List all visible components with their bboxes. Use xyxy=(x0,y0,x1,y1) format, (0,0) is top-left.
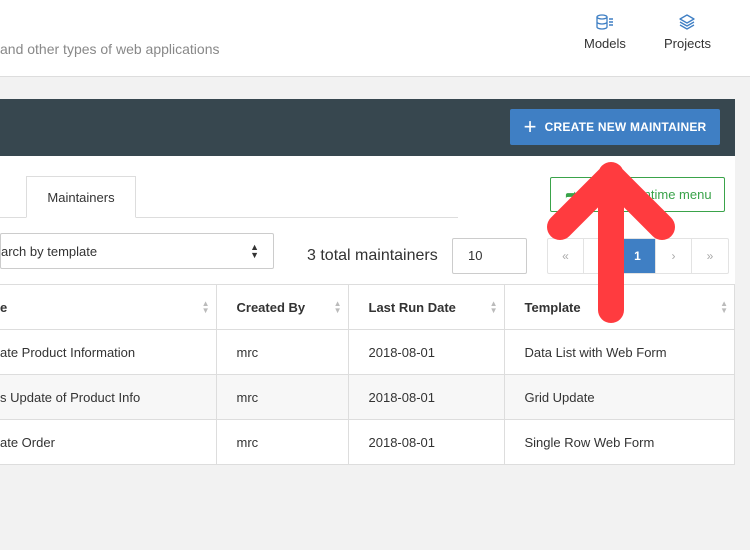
share-arrow-icon: ➦ xyxy=(565,186,579,204)
sort-icon: ▲ ▼ xyxy=(333,299,342,315)
column-header-name[interactable]: e ▲ ▼ xyxy=(0,284,217,330)
page-size-input[interactable]: 10 xyxy=(452,238,527,274)
create-new-maintainer-button[interactable]: + CREATE NEW MAINTAINER xyxy=(510,109,720,145)
template-search-select[interactable]: arch by template ▲ ▼ xyxy=(0,233,274,269)
sort-icon: ▲ ▼ xyxy=(720,299,728,315)
page-1-button[interactable]: 1 xyxy=(620,239,656,273)
sort-icon: ▲ ▼ xyxy=(489,299,498,315)
prev-page-button[interactable]: ‹ xyxy=(584,239,620,273)
database-icon xyxy=(596,14,613,30)
panel-header: + CREATE NEW MAINTAINER xyxy=(0,99,735,156)
select-arrows-icon: ▲ ▼ xyxy=(250,242,259,260)
runtime-menu-button[interactable]: ➦ untime menu xyxy=(550,177,725,212)
search-placeholder: arch by template xyxy=(1,243,98,259)
next-page-button[interactable]: › xyxy=(656,239,692,273)
plus-icon: + xyxy=(523,114,537,139)
table-row[interactable]: ate Product Information mrc 2018-08-01 Data… xyxy=(0,329,735,375)
column-header-template[interactable]: Template ▲ ▼ xyxy=(503,284,735,330)
column-header-created-by[interactable]: Created By ▲ ▼ xyxy=(215,284,349,330)
runtime-label: untime menu xyxy=(636,187,712,202)
top-bar: and other types of web applications Mode… xyxy=(0,0,750,77)
table-row[interactable]: ate Order mrc 2018-08-01 Single Row Web For… xyxy=(0,419,735,465)
column-header-last-run-date[interactable]: Last Run Date ▲ ▼ xyxy=(347,284,505,330)
nav-projects[interactable]: Projects xyxy=(664,14,711,51)
nav-models[interactable]: Models xyxy=(584,14,626,51)
sort-icon: ▲ ▼ xyxy=(201,299,210,315)
nav-label: Models xyxy=(584,36,626,51)
pagination: « ‹ 1 › » xyxy=(547,238,729,274)
maintainers-panel: + CREATE NEW MAINTAINER Maintainers ➦ unti… xyxy=(0,99,735,465)
last-page-button[interactable]: » xyxy=(692,239,728,273)
nav-label: Projects xyxy=(664,36,711,51)
table-row[interactable]: s Update of Product Info mrc 2018-08-01 Gri… xyxy=(0,374,735,420)
create-label: CREATE NEW MAINTAINER xyxy=(544,120,707,134)
app-subtitle: and other types of web applications xyxy=(0,41,220,57)
tab-maintainers[interactable]: Maintainers xyxy=(26,176,136,218)
total-count: 3 total maintainers xyxy=(307,247,438,264)
first-page-button[interactable]: « xyxy=(548,239,584,273)
layers-icon xyxy=(679,14,696,30)
maintainers-table: e ▲ ▼ Created By ▲ ▼ Last Run Date ▲ ▼ Templat… xyxy=(0,284,735,465)
